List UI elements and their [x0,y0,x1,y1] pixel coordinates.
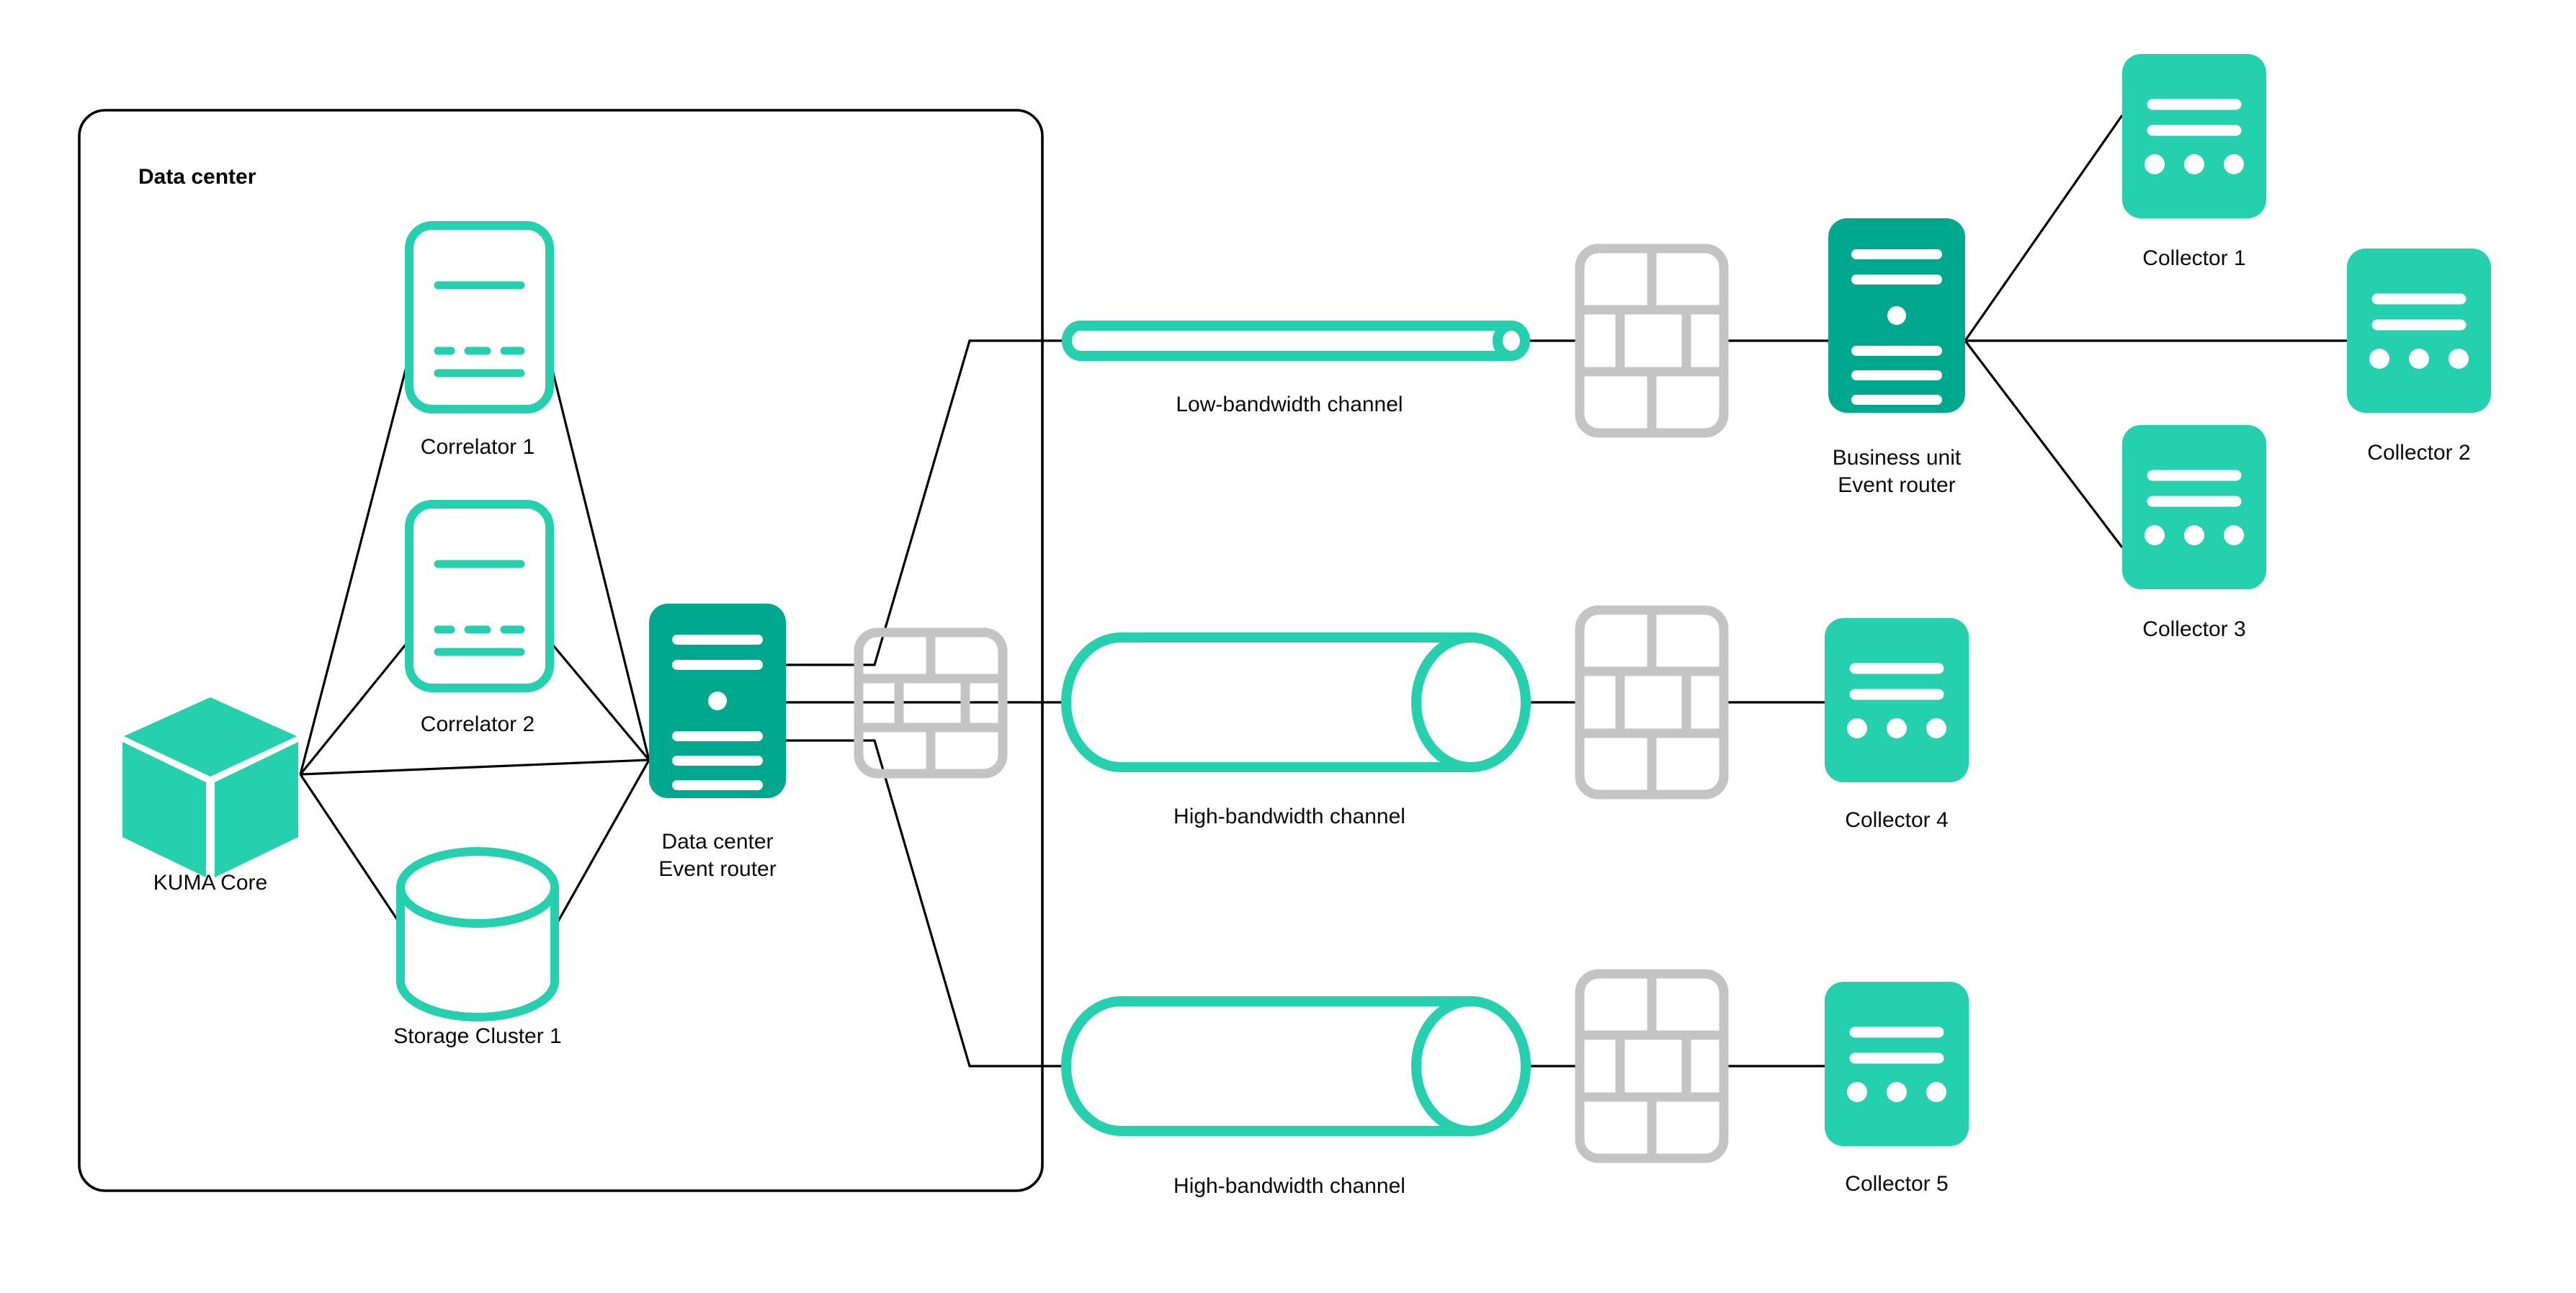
node-kuma-core[interactable]: KUMA Core [122,697,298,895]
database-icon [396,847,559,1021]
event-router-icon [649,604,786,798]
thin-cylinder-icon [1062,321,1530,361]
link-business-router-to-collector-1 [1964,115,2124,341]
data-center-label: Data center [138,165,256,189]
data-center-event-router-label-line1: Data center [661,830,773,854]
low-bandwidth-channel-label: Low-bandwidth channel [1176,393,1403,416]
node-business-unit-event-router[interactable]: Business unit Event router [1828,218,1965,497]
correlator-icon [405,500,554,692]
link-kuma-to-event-router [300,759,650,776]
link-event-router-to-low-bandwidth-channel [786,339,1580,666]
business-unit-event-router-label-line1: Business unit [1833,446,1962,470]
architecture-diagram: Data center KUMA Core Correlator 1 Corre… [0,0,2576,1293]
node-collector-1[interactable]: Collector 1 [2122,54,2266,270]
storage-cluster-1-label: Storage Cluster 1 [393,1024,561,1048]
connection-layer [299,115,2347,1068]
node-storage-cluster-1[interactable]: Storage Cluster 1 [393,847,562,1048]
link-storage-cluster-1-to-event-router [548,759,650,937]
thick-cylinder-icon [1061,996,1531,1136]
link-business-router-to-collector-3 [1964,340,2124,548]
collector-icon [2122,425,2266,589]
firewall-low-bandwidth[interactable] [1575,243,1729,438]
node-collector-4[interactable]: Collector 4 [1825,618,1969,832]
collector-icon [1825,982,1969,1146]
firewall-icon [1575,243,1729,438]
collector-icon [2122,54,2266,218]
business-unit-event-router-label-line2: Event router [1838,473,1955,497]
link-kuma-to-correlator-1 [299,358,410,775]
collector-5-label: Collector 5 [1845,1172,1948,1196]
kuma-core-label: KUMA Core [153,871,267,895]
firewall-high-bandwidth-1[interactable] [1575,605,1729,800]
node-collector-3[interactable]: Collector 3 [2122,425,2266,641]
node-data-center-event-router[interactable]: Data center Event router [649,604,786,881]
collector-icon [1825,618,1969,782]
node-collector-2[interactable]: Collector 2 [2347,249,2491,465]
collector-3-label: Collector 3 [2142,617,2245,641]
event-router-icon [1828,218,1965,413]
node-collector-5[interactable]: Collector 5 [1825,982,1969,1196]
collector-icon [2347,249,2491,413]
data-center-event-router-label-line2: Event router [658,857,776,881]
correlator-icon [405,221,554,413]
collector-2-label: Collector 2 [2367,441,2470,465]
channel-high-bandwidth-1[interactable]: High-bandwidth channel [1061,632,1531,828]
firewall-high-bandwidth-2[interactable] [1575,969,1729,1163]
high-bandwidth-channel-1-label: High-bandwidth channel [1173,805,1405,828]
cube-icon [122,697,298,877]
firewall-icon [1575,605,1729,800]
correlator-1-label: Correlator 1 [421,435,535,459]
node-correlator-1[interactable]: Correlator 1 [405,221,554,459]
diagram-canvas: Data center KUMA Core Correlator 1 Corre… [78,54,2491,1198]
link-kuma-to-storage-cluster-1 [299,774,410,937]
collector-4-label: Collector 4 [1845,808,1948,832]
high-bandwidth-channel-2-label: High-bandwidth channel [1173,1174,1405,1198]
channel-high-bandwidth-2[interactable]: High-bandwidth channel [1061,996,1531,1198]
node-correlator-2[interactable]: Correlator 2 [405,500,554,736]
correlator-2-label: Correlator 2 [421,712,535,736]
collector-1-label: Collector 1 [2142,246,2245,270]
firewall-icon [1575,969,1729,1163]
thick-cylinder-icon [1061,632,1531,772]
channel-low-bandwidth[interactable]: Low-bandwidth channel [1062,321,1530,416]
